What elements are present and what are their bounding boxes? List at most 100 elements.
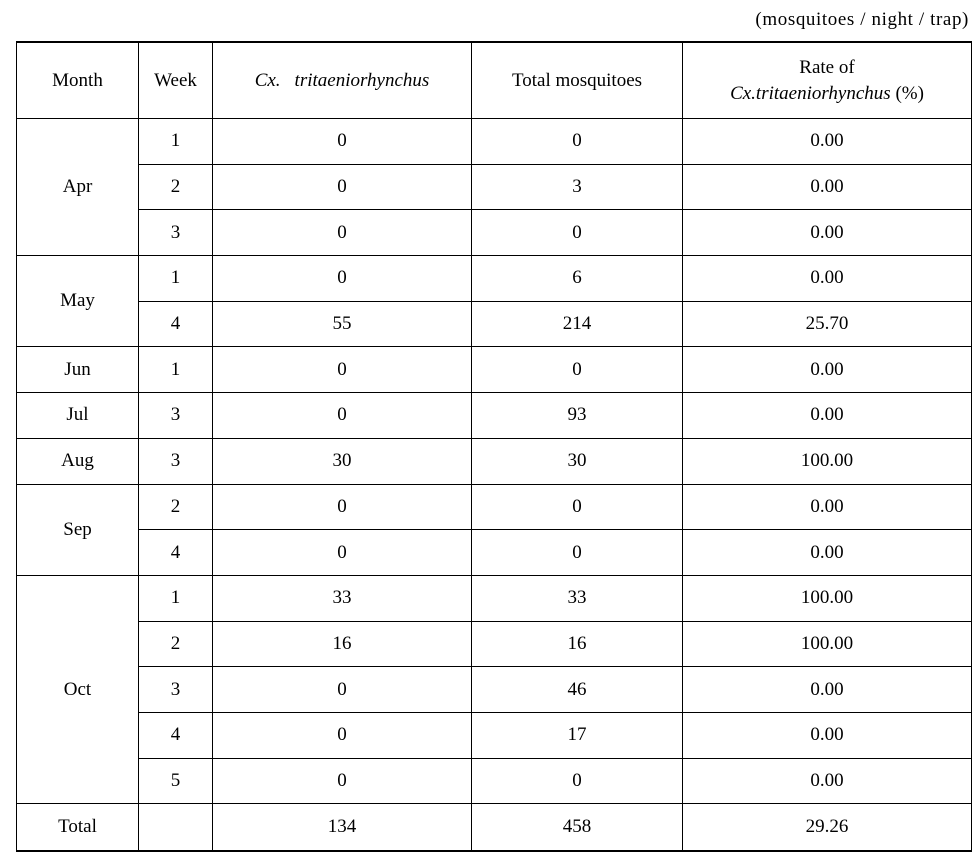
- total-label-cell: Total: [16, 803, 139, 852]
- week-cell: 2: [138, 483, 213, 531]
- total-count-cell: 93: [471, 392, 683, 439]
- table-row: 3 0 0 0.00: [17, 209, 972, 257]
- rate-cell: 25.70: [682, 300, 972, 348]
- week-cell: 4: [138, 300, 213, 348]
- species-count-cell: 0: [212, 392, 472, 439]
- table-row: 2 16 16 100.00: [17, 620, 972, 668]
- table-row: Oct 1 33 33 100.00: [16, 574, 972, 805]
- rate-cell: 0.00: [682, 529, 972, 576]
- month-cell: May: [16, 255, 139, 348]
- species-count-cell: 0: [212, 255, 472, 302]
- total-count-cell: 0: [471, 346, 683, 394]
- month-cell: Sep: [16, 483, 139, 576]
- week-cell: 1: [138, 346, 213, 394]
- table-header: Month Week Cx. tritaeniorhynchus Total mo…: [16, 41, 972, 119]
- species-count-cell: 0: [212, 757, 472, 805]
- rate-cell: 0.00: [682, 118, 972, 165]
- week-cell: 1: [138, 118, 213, 165]
- species-count-cell: 55: [212, 300, 472, 348]
- rate-cell: 0.00: [682, 346, 972, 394]
- rate-cell: 0.00: [682, 666, 972, 713]
- species-count-cell: 33: [212, 574, 472, 622]
- species-count-cell: 16: [212, 620, 472, 668]
- rate-cell: 0.00: [682, 757, 972, 805]
- month-cell: Jul: [16, 392, 139, 439]
- table-row: May 1 0 6 0.00: [16, 255, 972, 348]
- total-count-cell: 30: [471, 437, 683, 485]
- rate-cell: 100.00: [682, 437, 972, 485]
- table-row: Jul 3 0 93 0.00: [16, 392, 972, 439]
- species-count-cell: 0: [212, 529, 472, 576]
- table-row: Aug 3 30 30 100.00: [16, 437, 972, 485]
- table-row: 4 0 0 0.00: [17, 529, 972, 576]
- total-count-cell: 0: [471, 529, 683, 576]
- table-row: 2 0 3 0.00: [17, 163, 972, 211]
- rate-cell: 0.00: [682, 209, 972, 257]
- week-cell: 4: [138, 711, 213, 759]
- total-count-cell: 46: [471, 666, 683, 713]
- total-week-cell: [138, 803, 213, 852]
- table-container: Month Week Cx. tritaeniorhynchus Total mo…: [16, 41, 972, 852]
- month-cell: Apr: [16, 117, 139, 257]
- total-count-cell: 0: [471, 757, 683, 805]
- total-count-cell: 17: [471, 711, 683, 759]
- table-row: Apr 1 0 0 0.00: [16, 117, 972, 257]
- species-count-cell: 0: [212, 483, 472, 531]
- week-cell: 3: [138, 666, 213, 713]
- table-row: Jun 1 0 0 0.00: [16, 346, 972, 394]
- total-count-cell: 16: [471, 620, 683, 668]
- rate-cell: 100.00: [682, 574, 972, 622]
- total-count-cell: 6: [471, 255, 683, 302]
- column-header-rate: Rate of Cx.tritaeniorhynchus (%): [682, 41, 972, 119]
- total-count-cell: 214: [471, 300, 683, 348]
- species-count-cell: 0: [212, 666, 472, 713]
- rate-header-line1: Rate of: [799, 56, 855, 78]
- rate-cell: 0.00: [682, 483, 972, 531]
- table-row: 4 0 17 0.00: [17, 711, 972, 759]
- table-body: Apr 1 0 0 0.00 2 0 3 0.00 3 0 0 0.00 May 1 0 6 0.00 4 55 214…: [16, 117, 972, 852]
- species-prefix: Cx.: [254, 69, 281, 91]
- total-count-cell: 0: [471, 483, 683, 531]
- species-name: tritaeniorhynchus: [294, 69, 430, 91]
- week-cell: 2: [138, 163, 213, 211]
- week-cell: 3: [138, 392, 213, 439]
- header-row: Month Week Cx. tritaeniorhynchus Total mo…: [16, 41, 972, 119]
- species-count-cell: 0: [212, 118, 472, 165]
- table-row: 5 0 0 0.00: [17, 757, 972, 805]
- month-cell: Jun: [16, 346, 139, 394]
- week-cell: 5: [138, 757, 213, 805]
- mosquito-surveillance-table: Month Week Cx. tritaeniorhynchus Total mo…: [16, 41, 972, 852]
- total-count-cell: 3: [471, 163, 683, 211]
- column-header-total-mosquitoes: Total mosquitoes: [471, 41, 683, 119]
- week-cell: 1: [138, 574, 213, 622]
- week-cell: 3: [138, 437, 213, 485]
- rate-cell: 0.00: [682, 392, 972, 439]
- table-row: 4 55 214 25.70: [17, 300, 972, 348]
- week-cell: 1: [138, 255, 213, 302]
- rate-species-name: Cx.tritaeniorhynchus: [730, 82, 891, 104]
- species-count-cell: 30: [212, 437, 472, 485]
- month-cell: Oct: [16, 574, 139, 805]
- week-cell: 4: [138, 529, 213, 576]
- species-count-cell: 0: [212, 209, 472, 257]
- rate-cell: 0.00: [682, 255, 972, 302]
- total-rate-cell: 29.26: [682, 803, 972, 852]
- species-count-cell: 0: [212, 163, 472, 211]
- column-header-species: Cx. tritaeniorhynchus: [212, 41, 472, 119]
- species-count-cell: 0: [212, 711, 472, 759]
- total-count-cell: 33: [471, 574, 683, 622]
- rate-cell: 0.00: [682, 711, 972, 759]
- total-count-cell: 0: [471, 209, 683, 257]
- total-count-cell: 0: [471, 118, 683, 165]
- week-cell: 3: [138, 209, 213, 257]
- total-row: Total 134 458 29.26: [16, 803, 972, 852]
- column-header-month: Month: [16, 41, 139, 119]
- column-header-week: Week: [138, 41, 213, 119]
- unit-caption: (mosquitoes / night / trap): [755, 9, 969, 30]
- table-row: Sep 2 0 0 0.00: [16, 483, 972, 576]
- table-page: (mosquitoes / night / trap) Month Week C…: [0, 0, 980, 852]
- rate-cell: 0.00: [682, 163, 972, 211]
- week-cell: 2: [138, 620, 213, 668]
- month-cell: Aug: [16, 437, 139, 485]
- rate-unit: (%): [895, 82, 924, 104]
